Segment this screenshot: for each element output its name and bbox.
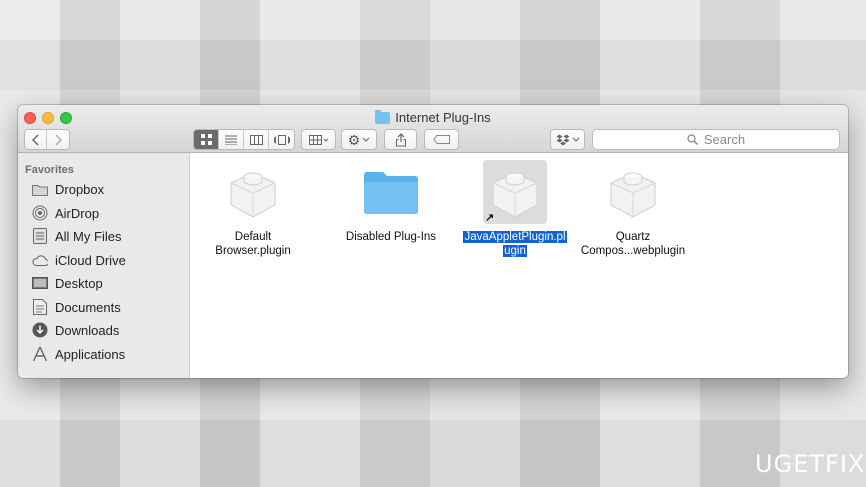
folder-icon — [359, 160, 423, 224]
tags-button[interactable] — [424, 129, 459, 150]
sidebar-item-label: Applications — [55, 346, 126, 362]
sidebar-item-label: iCloud Drive — [55, 252, 126, 268]
airdrop-icon — [32, 205, 48, 221]
column-view-button[interactable] — [244, 130, 269, 149]
search-field[interactable]: Search — [592, 129, 840, 150]
watermark-text: FIX — [825, 450, 866, 478]
icon-view-button[interactable] — [194, 130, 219, 149]
folder-item[interactable]: Disabled Plug-Ins — [326, 160, 456, 244]
dropbox-button[interactable] — [550, 129, 585, 150]
file-name-line: Default — [234, 231, 272, 243]
title-bar[interactable]: Internet Plug-Ins ⚙ Search — [18, 105, 848, 153]
sidebar-item-airdrop[interactable]: AirDrop — [32, 203, 99, 223]
plugin-alias-icon: ↗ — [483, 160, 547, 224]
share-button[interactable] — [384, 129, 417, 150]
file-item[interactable]: Quartz Compos...webplugin — [568, 160, 698, 258]
sidebar-item-all-my-files[interactable]: All My Files — [32, 226, 121, 246]
nav-buttons — [24, 129, 70, 150]
alias-arrow-icon: ↗ — [485, 212, 495, 224]
back-button[interactable] — [25, 130, 47, 149]
sidebar-item-icloud-drive[interactable]: iCloud Drive — [32, 250, 126, 270]
chevron-right-icon — [55, 133, 62, 146]
file-area: Default Browser.plugin Disabled Plug-Ins… — [190, 153, 848, 378]
sidebar: Favorites Dropbox AirDrop All My Files i… — [18, 153, 190, 378]
chevron-down-icon — [362, 137, 370, 142]
file-name: Disabled Plug-Ins — [326, 230, 456, 244]
file-name-line: Compos...webplugin — [580, 245, 686, 257]
file-name-line: JavaAppletPlugin.pl — [463, 231, 567, 243]
sidebar-item-label: AirDrop — [55, 205, 100, 221]
arrange-grid-icon — [308, 134, 328, 145]
sidebar-item-downloads[interactable]: Downloads — [32, 320, 119, 340]
sidebar-item-dropbox[interactable]: Dropbox — [32, 179, 104, 199]
file-name-line: Browser.plugin — [215, 245, 291, 257]
file-name-line: Quartz — [615, 231, 651, 243]
sidebar-item-label: Desktop — [55, 275, 103, 291]
sidebar-item-label: All My Files — [55, 228, 122, 244]
plugin-icon — [601, 160, 665, 224]
view-mode-control — [193, 129, 295, 150]
file-name: Quartz Compos...webplugin — [568, 230, 698, 258]
sidebar-item-documents[interactable]: Documents — [32, 297, 121, 317]
file-name-line: Disabled Plug-Ins — [345, 231, 437, 243]
sidebar-item-label: Documents — [55, 299, 121, 315]
all-files-icon — [32, 228, 48, 244]
applications-icon — [32, 346, 48, 362]
plugin-icon — [221, 160, 285, 224]
file-name: Default Browser.plugin — [188, 230, 318, 258]
sidebar-section-favorites: Favorites — [25, 164, 74, 176]
desktop-icon — [32, 275, 48, 291]
tag-icon — [432, 135, 450, 144]
sidebar-item-label: Dropbox — [55, 181, 105, 197]
arrange-button[interactable] — [301, 129, 336, 150]
file-name: JavaAppletPlugin.pl ugin — [450, 230, 580, 258]
sidebar-item-applications[interactable]: Applications — [32, 344, 125, 364]
watermark-text: G — [773, 450, 794, 478]
list-icon — [225, 135, 237, 145]
grid-icon — [200, 134, 212, 145]
gear-icon: ⚙ — [347, 131, 361, 148]
columns-icon — [249, 134, 263, 145]
documents-icon — [32, 299, 48, 315]
sidebar-item-label: Downloads — [55, 322, 120, 338]
chevron-down-icon — [572, 137, 579, 142]
window-title-text: Internet Plug-Ins — [395, 110, 491, 125]
cover-flow-icon — [273, 134, 290, 145]
sidebar-item-desktop[interactable]: Desktop — [32, 273, 103, 293]
folder-icon — [32, 181, 48, 197]
chevron-left-icon — [31, 133, 39, 146]
file-item-selected[interactable]: ↗ JavaAppletPlugin.pl ugin — [450, 160, 580, 258]
cover-flow-button[interactable] — [269, 130, 294, 149]
folder-icon — [375, 109, 391, 124]
file-item[interactable]: Default Browser.plugin — [188, 160, 318, 258]
action-button[interactable]: ⚙ — [341, 129, 377, 150]
list-view-button[interactable] — [219, 130, 244, 149]
search-icon — [687, 134, 698, 145]
finder-window: Internet Plug-Ins ⚙ Search Favorites Dro… — [18, 105, 848, 378]
cloud-icon — [32, 252, 48, 268]
watermark-text: U — [755, 450, 774, 478]
file-name-line: ugin — [503, 245, 527, 257]
dropbox-icon — [556, 134, 569, 145]
watermark-text: ET — [793, 450, 826, 478]
share-icon — [395, 132, 406, 146]
search-placeholder: Search — [703, 132, 746, 147]
forward-button[interactable] — [47, 130, 69, 149]
window-title: Internet Plug-Ins — [18, 109, 848, 125]
downloads-icon — [32, 322, 48, 338]
watermark-logo: UGETFIX — [755, 450, 865, 478]
